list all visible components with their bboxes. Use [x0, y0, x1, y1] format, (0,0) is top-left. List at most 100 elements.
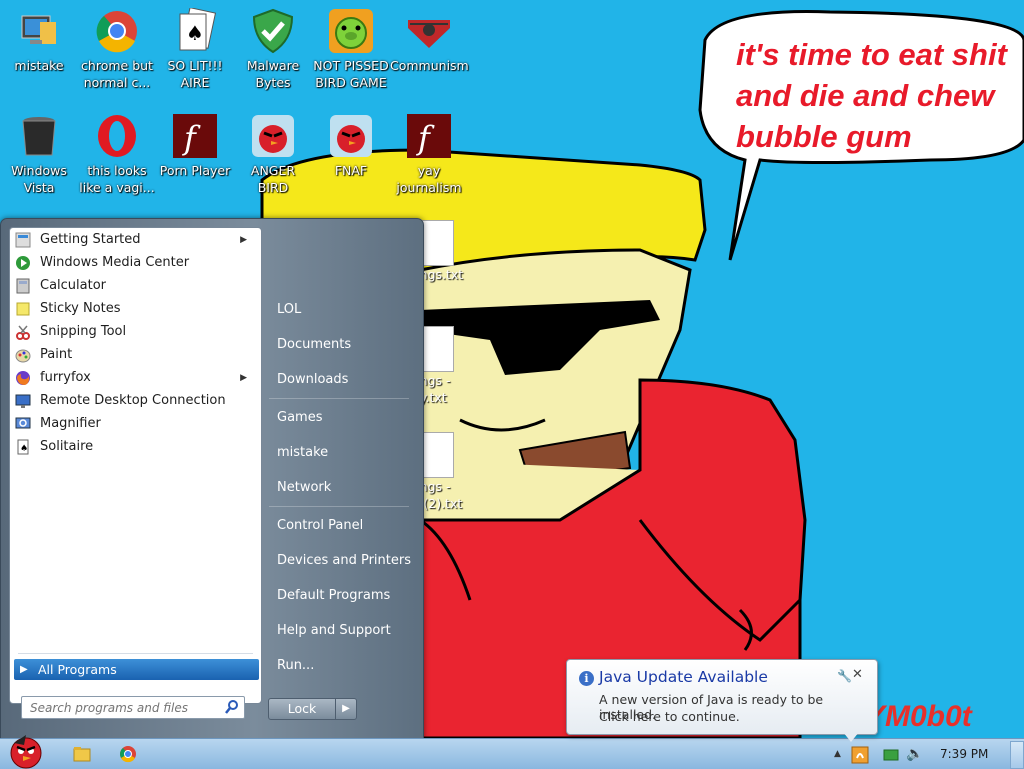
show-hidden-icons-icon[interactable]: ▲ — [834, 742, 841, 766]
desktop-icon-label: Communism — [390, 58, 469, 73]
program-label: Remote Desktop Connection — [40, 393, 226, 408]
svg-text:♠: ♠ — [186, 21, 204, 45]
getting-started-icon — [15, 232, 31, 248]
network-icon[interactable] — [882, 742, 900, 766]
program-label: Paint — [40, 347, 73, 362]
search-input[interactable] — [30, 698, 220, 718]
menu-item-help-support[interactable]: Help and Support — [263, 618, 427, 644]
watermark: YM0b0t — [865, 700, 972, 733]
menu-item-games[interactable]: Games — [263, 405, 427, 431]
search-box — [21, 696, 245, 719]
program-solitaire[interactable]: ♠ Solitaire — [14, 436, 257, 458]
divider — [18, 653, 253, 654]
menu-item-devices-printers[interactable]: Devices and Printers — [263, 548, 427, 574]
program-label: Calculator — [40, 278, 107, 293]
info-icon: i — [579, 671, 594, 686]
submenu-arrow-icon: ▶ — [240, 373, 247, 383]
divider — [269, 398, 409, 399]
desktop-icon-label: mistake — [14, 58, 64, 73]
desktop-icon-label: FNAF — [334, 163, 368, 178]
desktop-icon-label: chrome but normal c... — [81, 58, 153, 90]
calculator-icon — [16, 278, 30, 294]
desktop-icon-fnaf[interactable]: FNAF — [312, 113, 390, 179]
desktop-icon-solitaire[interactable]: ♠ SO LIT!!! AIRE — [156, 7, 234, 91]
green-pig-icon — [328, 8, 374, 54]
show-desktop-button[interactable] — [1010, 741, 1024, 769]
search-icon[interactable] — [224, 699, 240, 715]
desktop-icon-label: this looks like a vagi... — [79, 163, 155, 195]
start-button[interactable] — [6, 731, 46, 769]
desktop-icon-yay-journalism[interactable]: f yay journalism — [390, 113, 468, 196]
program-furryfox[interactable]: furryfox ▶ — [14, 367, 257, 389]
desktop-icon-label: Malware Bytes — [246, 58, 300, 90]
program-label: Solitaire — [40, 439, 94, 454]
desktop-icon-label: Porn Player — [159, 163, 231, 178]
wrench-icon[interactable]: 🔧 — [837, 669, 852, 683]
balloon-tail — [843, 732, 859, 742]
desktop-icon-pig-game[interactable]: NOT PISSED BIRD GAME — [312, 8, 390, 91]
desktop-icon-anger-bird[interactable]: ANGER BIRD — [234, 113, 312, 196]
menu-item-mistake[interactable]: mistake — [263, 440, 427, 466]
program-label: furryfox — [40, 370, 91, 385]
scissors-icon — [16, 325, 30, 340]
desktop-icon-label: Windows Vista — [11, 163, 67, 195]
taskbar-clock[interactable]: 7:39 PM — [940, 739, 988, 769]
program-label: Sticky Notes — [40, 301, 121, 316]
angry-bird-icon — [328, 113, 374, 159]
sticky-notes-icon — [16, 302, 30, 316]
monitor-folder-icon — [16, 8, 62, 54]
media-center-icon — [16, 256, 30, 270]
java-update-notification[interactable]: i Java Update Available A new version of… — [566, 659, 878, 742]
menu-item-control-panel[interactable]: Control Panel — [263, 513, 427, 539]
recycle-bin-icon — [16, 113, 62, 159]
svg-text:♠: ♠ — [20, 444, 28, 454]
desktop-icon-malwarebytes[interactable]: Malware Bytes — [234, 8, 312, 91]
chrome-icon — [94, 8, 140, 54]
explorer-folder-icon[interactable] — [72, 742, 92, 766]
power-options-arrow-icon[interactable]: ▶ — [335, 698, 357, 720]
program-sticky-notes[interactable]: Sticky Notes — [14, 298, 257, 320]
solitaire-icon: ♠ — [172, 7, 218, 54]
program-remote-desktop[interactable]: Remote Desktop Connection — [14, 390, 257, 412]
flash-icon: f — [172, 113, 218, 159]
close-icon[interactable]: ✕ — [852, 667, 863, 682]
chrome-icon[interactable] — [118, 742, 138, 766]
all-programs-label: All Programs — [38, 662, 117, 677]
firefox-icon — [16, 371, 30, 385]
lock-button[interactable]: Lock — [268, 698, 336, 720]
notification-title: Java Update Available — [599, 668, 768, 686]
menu-item-lol[interactable]: LOL — [263, 297, 427, 323]
hammer-sickle-icon — [406, 8, 452, 54]
program-snipping-tool[interactable]: Snipping Tool — [14, 321, 257, 343]
desktop-icon-chrome[interactable]: chrome but normal c... — [78, 8, 156, 91]
menu-item-network[interactable]: Network — [263, 475, 427, 501]
desktop-icon-communism[interactable]: Communism — [390, 8, 469, 74]
desktop-icon-porn-player[interactable]: f Porn Player — [156, 113, 234, 179]
opera-icon — [94, 113, 140, 159]
java-tray-icon[interactable] — [850, 742, 870, 766]
program-media-center[interactable]: Windows Media Center — [14, 252, 257, 274]
remote-desktop-icon — [15, 394, 31, 408]
volume-icon[interactable]: 🔈 — [906, 742, 923, 766]
taskbar: ▲ 🔈 7:39 PM — [0, 735, 1024, 769]
notification-link[interactable]: Click here to continue. — [599, 709, 740, 724]
program-label: Getting Started — [40, 232, 141, 247]
menu-item-run[interactable]: Run... — [263, 653, 427, 679]
menu-item-downloads[interactable]: Downloads — [263, 367, 427, 393]
divider — [269, 506, 409, 507]
desktop-icon-opera[interactable]: this looks like a vagi... — [78, 113, 156, 196]
program-label: Windows Media Center — [40, 255, 190, 270]
menu-item-default-programs[interactable]: Default Programs — [263, 583, 427, 609]
angry-bird-icon — [250, 113, 296, 159]
magnifier-icon — [15, 417, 31, 429]
program-getting-started[interactable]: Getting Started ▶ — [14, 229, 257, 251]
desktop-icon-mistake[interactable]: mistake — [0, 8, 78, 74]
all-programs-button[interactable]: ▶ All Programs — [14, 659, 259, 680]
desktop-icon-recycle-bin[interactable]: Windows Vista — [0, 113, 78, 196]
menu-item-documents[interactable]: Documents — [263, 332, 427, 358]
play-arrow-icon: ▶ — [20, 664, 28, 675]
program-calculator[interactable]: Calculator — [14, 275, 257, 297]
program-magnifier[interactable]: Magnifier — [14, 413, 257, 435]
program-paint[interactable]: Paint — [14, 344, 257, 366]
speech-bubble-text: it's time to eat shit and die and chew b… — [736, 37, 1007, 154]
